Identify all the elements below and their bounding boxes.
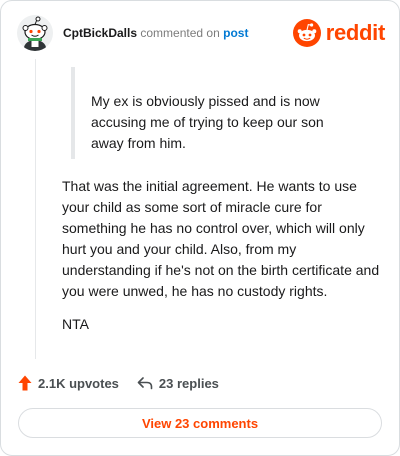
reddit-alien-icon	[292, 19, 321, 47]
post-link[interactable]: post	[223, 26, 248, 40]
comment-body: That was the initial agreement. He wants…	[62, 178, 380, 299]
reddit-logo[interactable]: reddit	[292, 17, 386, 49]
upvote-stat[interactable]: 2.1K upvotes	[18, 375, 119, 391]
comment-stats: 2.1K upvotes 23 replies	[18, 373, 219, 393]
comment-byline: CptBickDalls commented on post	[63, 26, 248, 40]
comment-header: CptBickDalls commented on post reddit	[17, 15, 385, 51]
upvote-arrow-icon	[18, 375, 32, 391]
view-comments-button[interactable]: View 23 comments	[18, 408, 382, 438]
avatar[interactable]	[17, 15, 53, 51]
comment-verdict: NTA	[62, 316, 89, 332]
reply-count: 23 replies	[158, 375, 219, 391]
reply-arrow-icon	[137, 377, 153, 390]
action-text: commented on	[140, 26, 220, 40]
quoted-text: My ex is obviously pissed and is now acc…	[91, 93, 324, 151]
reply-stat[interactable]: 23 replies	[137, 376, 219, 391]
quote-bar	[71, 67, 75, 159]
username-link[interactable]: CptBickDalls	[63, 26, 137, 40]
comment-card: CptBickDalls commented on post reddit My…	[0, 0, 400, 456]
thread-line[interactable]	[35, 59, 36, 359]
upvote-count: 2.1K upvotes	[38, 375, 119, 391]
brand-name: reddit	[325, 20, 386, 45]
snoo-avatar-icon	[17, 15, 53, 51]
